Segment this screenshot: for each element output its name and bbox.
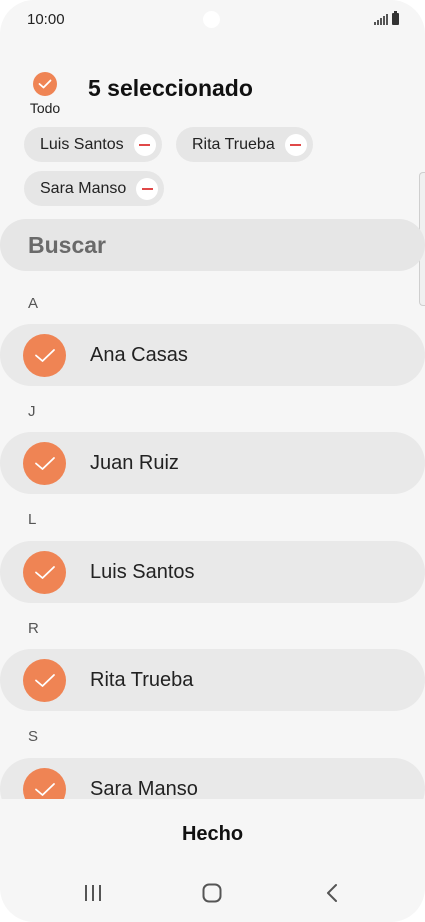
chip-label: Luis Santos (40, 135, 124, 153)
chip-label: Sara Manso (40, 179, 127, 197)
contact-name: Luis Santos (90, 561, 195, 583)
section-header: J (28, 403, 36, 420)
home-icon[interactable] (192, 879, 232, 907)
section-header: A (28, 295, 39, 312)
status-icons (374, 11, 399, 25)
section-header: R (28, 620, 39, 637)
contact-list[interactable]: A Ana Casas J Juan Ruiz L Luis Santos R (0, 280, 425, 799)
remove-chip-button[interactable] (284, 133, 307, 156)
search-input[interactable]: Buscar (0, 219, 425, 271)
selected-count-title: 5 seleccionado (88, 75, 253, 101)
front-camera (203, 11, 220, 28)
status-bar: 10:00 (0, 0, 425, 40)
remove-chip-button[interactable] (133, 133, 156, 156)
selected-chip: Rita Trueba (176, 127, 313, 162)
selected-chip: Luis Santos (24, 127, 162, 162)
contact-name: Ana Casas (90, 344, 188, 366)
contact-row[interactable]: Luis Santos (0, 541, 425, 603)
navigation-bar (0, 865, 425, 921)
back-icon[interactable] (312, 879, 352, 907)
battery-icon (392, 11, 399, 25)
contact-name: Juan Ruiz (90, 452, 179, 474)
minus-icon (139, 143, 151, 146)
selected-chip: Sara Manso (24, 171, 165, 206)
checkmark-icon[interactable] (23, 442, 66, 485)
checkmark-icon[interactable] (23, 334, 66, 377)
search-placeholder: Buscar (28, 231, 106, 258)
phone-screen: 10:00 Todo 5 seleccionado Luis Santos Ri… (0, 0, 425, 922)
contact-name: Rita Trueba (90, 669, 194, 691)
done-button[interactable]: Hecho (150, 816, 275, 852)
chip-label: Rita Trueba (192, 135, 275, 153)
status-time: 10:00 (27, 11, 65, 28)
minus-icon (141, 187, 153, 190)
checkmark-icon (33, 72, 57, 96)
contact-row[interactable]: Sara Manso (0, 758, 425, 799)
remove-chip-button[interactable] (136, 177, 159, 200)
select-all-label: Todo (29, 100, 61, 116)
select-all-checkbox[interactable]: Todo (26, 70, 64, 118)
section-header: S (28, 728, 39, 745)
section-header: L (28, 511, 37, 528)
recent-apps-icon[interactable] (73, 879, 113, 907)
signal-icon (374, 14, 388, 25)
contact-row[interactable]: Ana Casas (0, 324, 425, 386)
contact-row[interactable]: Juan Ruiz (0, 432, 425, 494)
minus-icon (290, 143, 302, 146)
contact-row[interactable]: Rita Trueba (0, 649, 425, 711)
checkmark-icon[interactable] (23, 659, 66, 702)
checkmark-icon[interactable] (23, 551, 66, 594)
contact-name: Sara Manso (90, 778, 198, 799)
checkmark-icon[interactable] (23, 768, 66, 799)
